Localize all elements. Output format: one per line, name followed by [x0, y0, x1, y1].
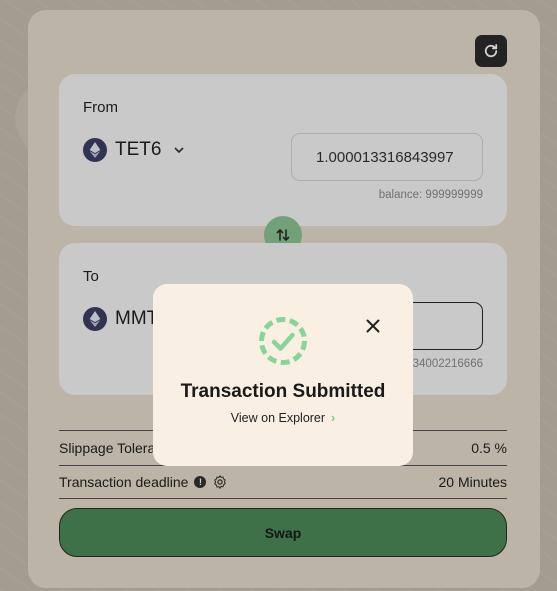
- view-on-explorer-link[interactable]: View on Explorer ›: [153, 411, 413, 425]
- modal-title: Transaction Submitted: [180, 381, 386, 402]
- chevron-right-icon: ›: [331, 411, 336, 425]
- close-button[interactable]: [361, 314, 385, 338]
- explorer-link-label: View on Explorer: [230, 411, 326, 425]
- transaction-submitted-modal: Transaction Submitted View on Explorer ›: [153, 284, 413, 466]
- check-circle-icon: [259, 317, 307, 365]
- close-icon: [366, 319, 380, 333]
